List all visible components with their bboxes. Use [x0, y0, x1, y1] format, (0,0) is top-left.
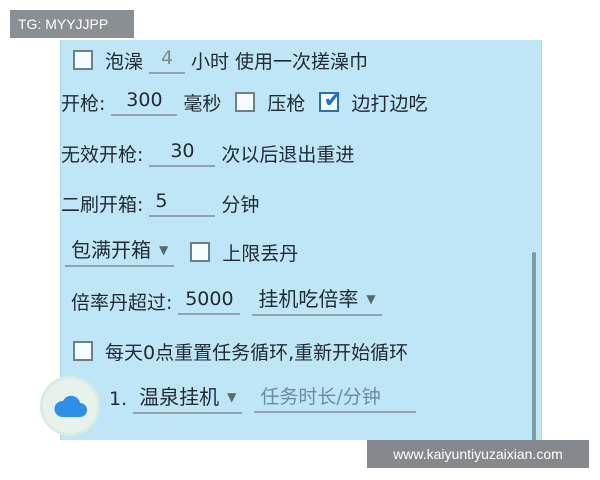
task-index: 1.	[109, 388, 128, 410]
fire-label: 开枪:	[61, 92, 106, 115]
chevron-down-icon: ▼	[366, 292, 376, 306]
daily-reset-label: 每天0点重置任务循环,重新开始循环	[105, 341, 409, 364]
rate-label: 倍率丹超过:	[71, 291, 173, 314]
floating-cloud-button[interactable]	[40, 376, 100, 436]
scrollbar[interactable]	[532, 252, 536, 440]
task-row-2-partial	[73, 432, 259, 440]
task-duration-input[interactable]: 任务时长/分钟	[254, 385, 417, 413]
bath-hours-input[interactable]: 4	[149, 46, 186, 74]
second-minutes-input[interactable]: 5	[149, 189, 216, 217]
rate-action-value: 挂机吃倍率	[258, 287, 359, 311]
full-open-value: 包满开箱	[71, 238, 151, 262]
invalid-row: 无效开枪: 30 次以后退出重进	[61, 133, 354, 173]
watermark-text: www.kaiyuntiyuzaixian.com	[393, 446, 563, 462]
rate-threshold-input[interactable]: 5000	[178, 287, 241, 315]
fire-row: 开枪: 300 毫秒 压枪 ✔ 边打边吃	[61, 82, 427, 122]
tg-tag: TG: MYYJJPP	[10, 10, 134, 38]
hit-eat-checkbox[interactable]: ✔	[319, 88, 342, 113]
watermark: www.kaiyuntiyuzaixian.com	[367, 440, 589, 468]
second-row: 二刷开箱: 5 分钟	[61, 183, 259, 223]
invalid-suffix: 次以后退出重进	[221, 143, 355, 166]
second-label: 二刷开箱:	[61, 193, 144, 216]
task-type-select[interactable]: 温泉挂机 ▼	[133, 384, 243, 414]
limit-checkbox[interactable]	[190, 242, 211, 262]
check-icon: ✔	[323, 88, 342, 113]
task-type-value: 温泉挂机	[139, 385, 220, 409]
cloud-icon	[54, 395, 87, 417]
daily-reset-checkbox[interactable]	[73, 341, 93, 361]
press-label: 压枪	[267, 92, 306, 115]
full-open-select[interactable]: 包满开箱 ▼	[65, 237, 175, 267]
invalid-label: 无效开枪:	[61, 143, 144, 166]
rate-row: 倍率丹超过: 5000 挂机吃倍率 ▼	[71, 281, 388, 321]
fire-unit: 毫秒	[183, 92, 222, 115]
hit-eat-label: 边打边吃	[351, 92, 428, 115]
bath-row: 泡澡 4 小时 使用一次搓澡巾	[73, 40, 368, 80]
task-2-select[interactable]	[121, 438, 253, 440]
chevron-down-icon: ▼	[159, 243, 169, 257]
chevron-down-icon: ▼	[227, 390, 237, 404]
bath-suffix: 小时 使用一次搓澡巾	[191, 50, 369, 73]
daily-row: 每天0点重置任务循环,重新开始循环	[73, 331, 408, 371]
full-row: 包满开箱 ▼ 上限丢丹	[65, 232, 298, 272]
rate-action-select[interactable]: 挂机吃倍率 ▼	[252, 286, 382, 316]
tg-tag-text: TG: MYYJJPP	[18, 16, 109, 32]
invalid-count-input[interactable]: 30	[149, 139, 216, 167]
bath-label: 泡澡	[105, 50, 144, 73]
task-row-1: 1. 温泉挂机 ▼ 任务时长/分钟	[109, 379, 422, 419]
settings-panel: 泡澡 4 小时 使用一次搓澡巾 开枪: 300 毫秒 压枪 ✔ 边打边吃 无效开…	[60, 40, 542, 440]
bath-checkbox[interactable]	[73, 50, 93, 70]
limit-label: 上限丢丹	[222, 242, 299, 265]
second-suffix: 分钟	[221, 193, 260, 216]
fire-ms-input[interactable]: 300	[111, 88, 178, 116]
press-checkbox[interactable]	[235, 92, 256, 112]
